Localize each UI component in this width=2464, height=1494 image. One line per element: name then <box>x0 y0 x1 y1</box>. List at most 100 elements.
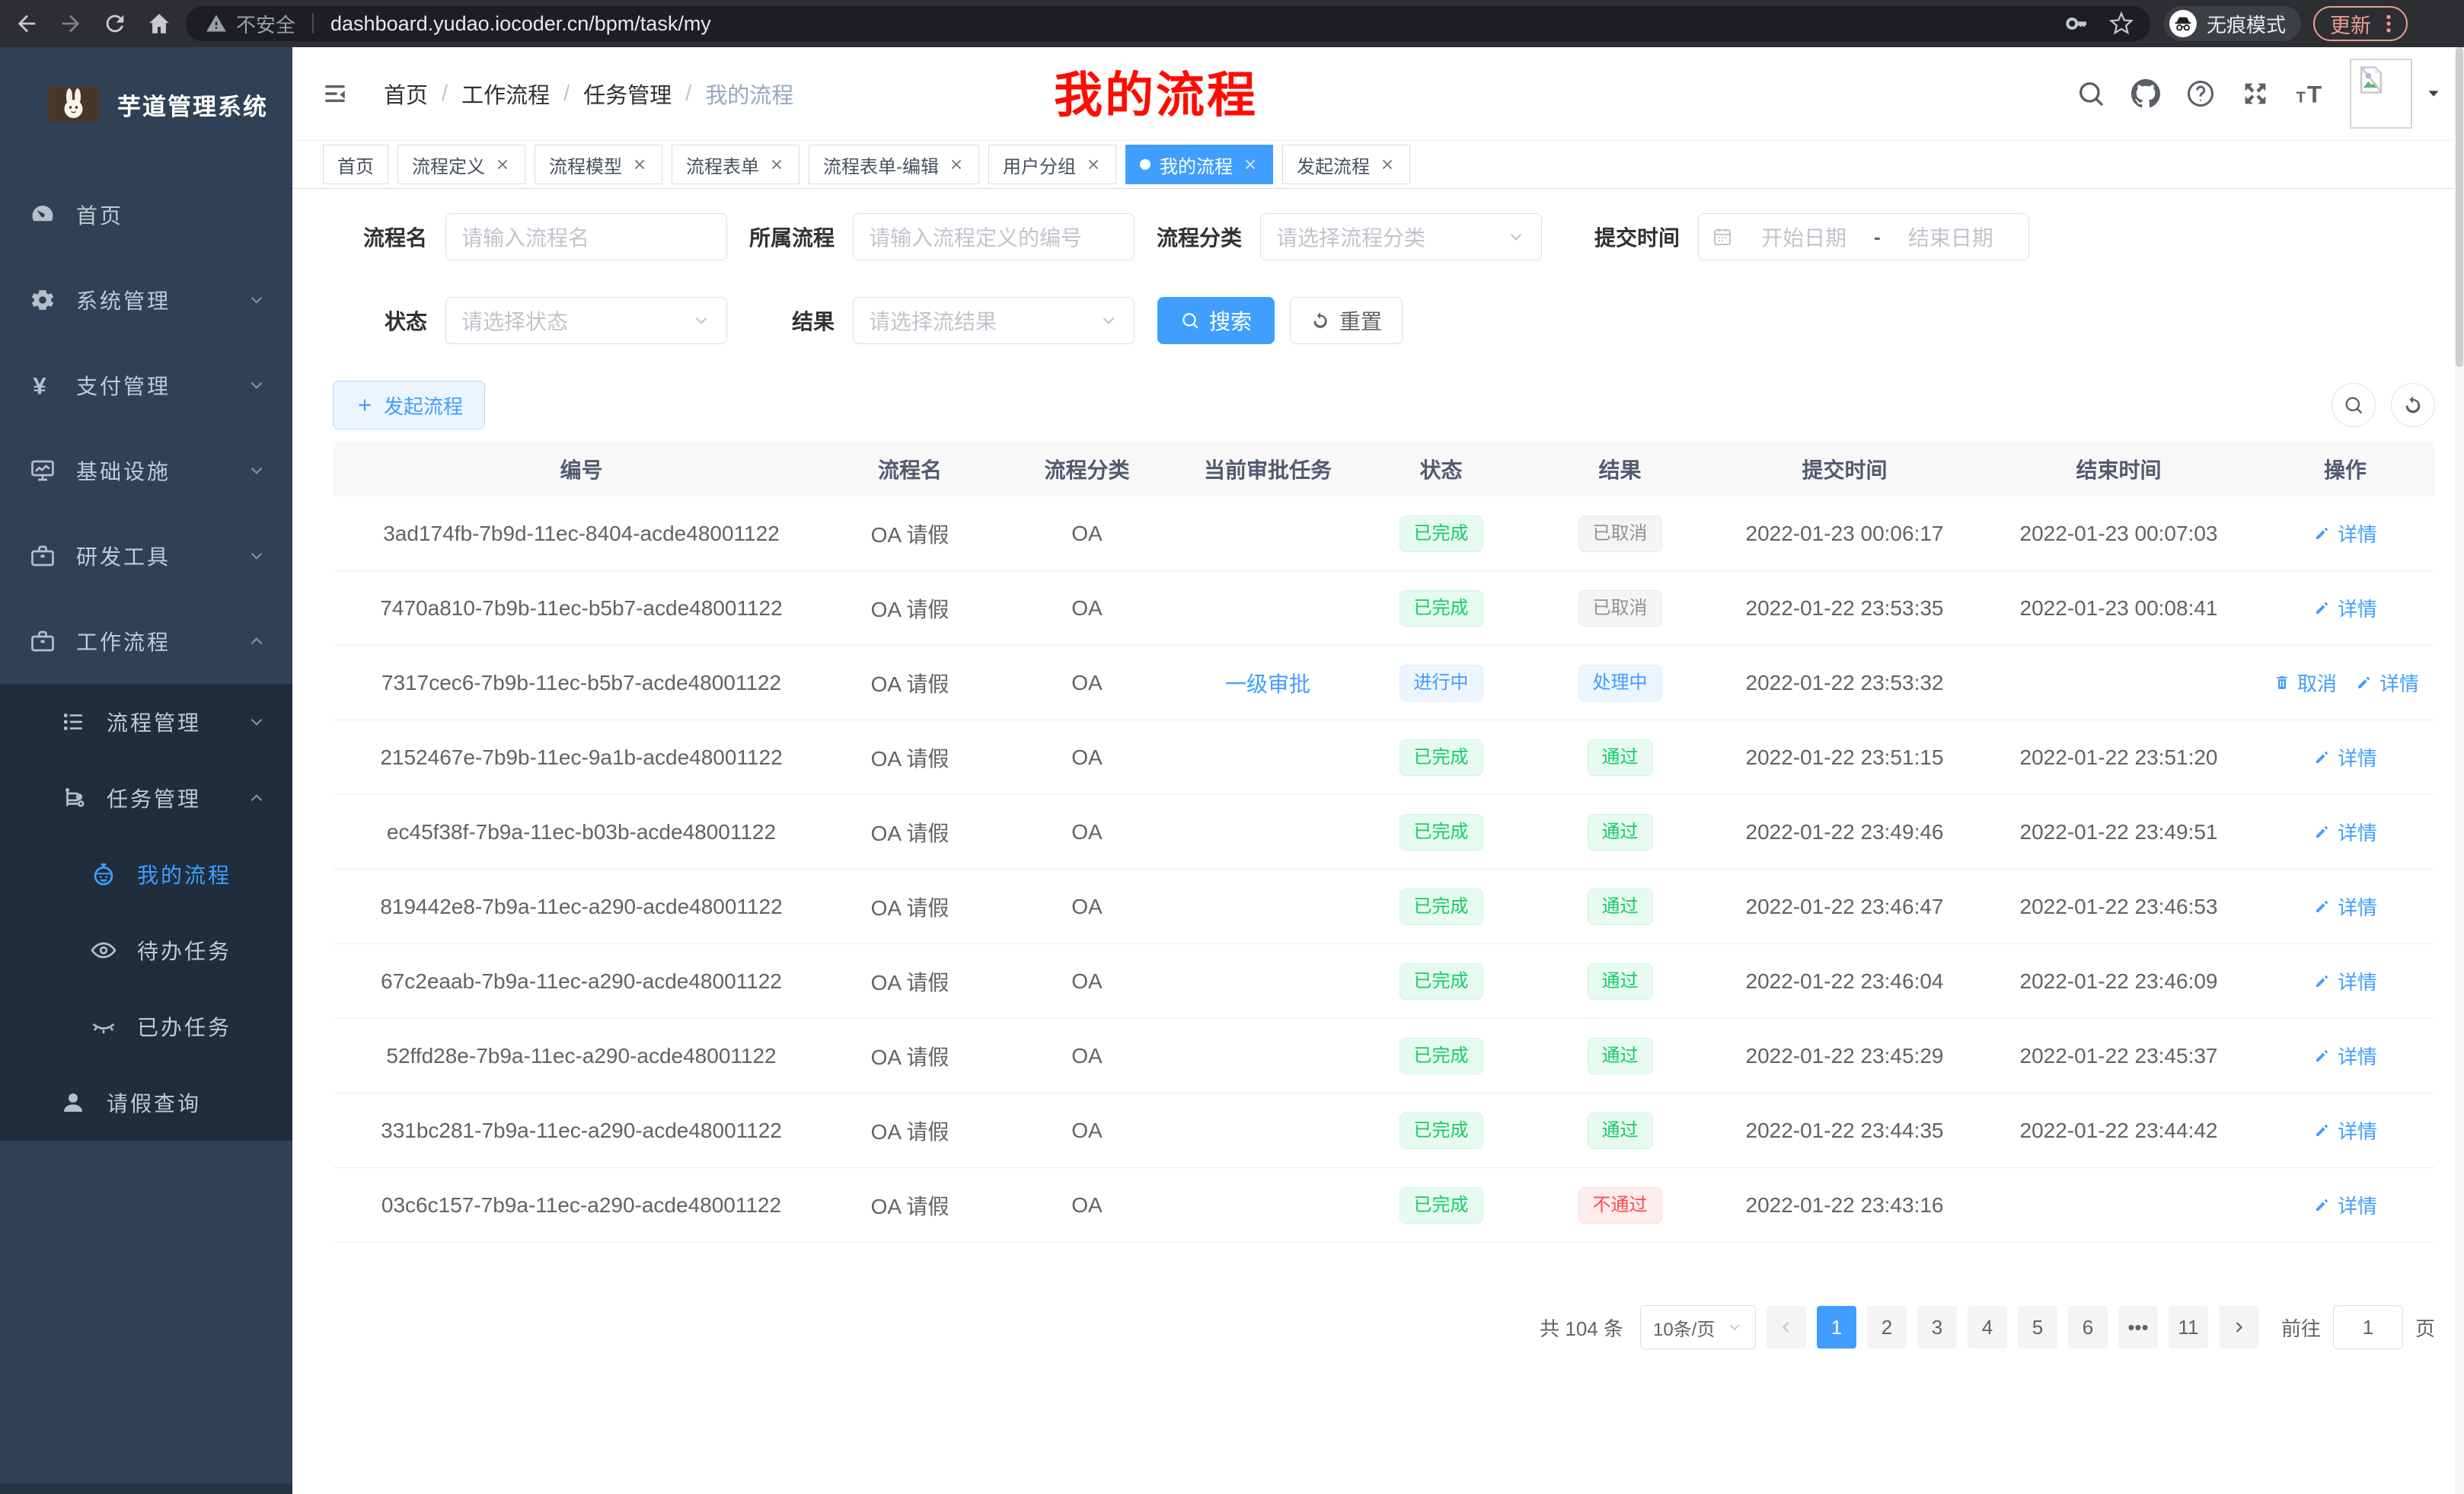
tab-close-icon[interactable] <box>1379 156 1396 173</box>
detail-action-link[interactable]: 详情 <box>2313 519 2377 547</box>
process-name: OA 请假 <box>871 822 950 845</box>
detail-action-link[interactable]: 详情 <box>2313 1042 2377 1070</box>
tab-close-icon[interactable] <box>948 156 965 173</box>
page-button[interactable]: 11 <box>2169 1306 2208 1349</box>
filter-input[interactable]: 请输入流程定义的编号 <box>853 213 1135 260</box>
tab-5[interactable]: 用户分组 <box>988 145 1116 184</box>
create-process-button[interactable]: 发起流程 <box>333 381 485 429</box>
table-cell: 通过 <box>1530 739 1709 776</box>
filter-select[interactable]: 请选择状态 <box>445 297 727 344</box>
avatar[interactable] <box>2350 59 2412 129</box>
sidebar-item-2[interactable]: ¥支付管理 <box>0 343 292 428</box>
detail-action-link[interactable]: 详情 <box>2313 967 2377 995</box>
page-button[interactable]: 5 <box>2018 1306 2057 1349</box>
status-badge: 已完成 <box>1400 516 1483 552</box>
search-icon[interactable] <box>2076 78 2106 109</box>
detail-action-link[interactable]: 详情 <box>2313 1191 2377 1219</box>
sidebar-item-4[interactable]: 研发工具 <box>0 513 292 599</box>
sidebar-item-0[interactable]: 首页 <box>0 172 292 257</box>
fullscreen-icon[interactable] <box>2240 78 2271 109</box>
filter-select[interactable]: 请选择流程分类 <box>1260 213 1542 260</box>
tab-2[interactable]: 流程模型 <box>535 145 662 184</box>
edit-icon <box>2355 673 2373 691</box>
goto-page-input[interactable]: 1 <box>2333 1305 2403 1349</box>
table-cell: 已完成 <box>1352 1113 1530 1149</box>
table-cell: ec45f38f-7b9a-11ec-b03b-acde48001122 <box>333 820 830 844</box>
detail-action-link[interactable]: 详情 <box>2313 892 2377 921</box>
date-range-picker[interactable]: 开始日期-结束日期 <box>1698 213 2029 260</box>
hamburger-icon[interactable] <box>320 81 350 107</box>
page-size-select[interactable]: 10条/页 <box>1640 1305 1756 1349</box>
home-icon[interactable] <box>146 11 172 37</box>
user-menu-caret-icon[interactable] <box>2423 85 2444 102</box>
sidebar-item-10[interactable]: 已办任务 <box>0 988 292 1065</box>
breadcrumb-item-1[interactable]: 工作流程 <box>461 78 550 110</box>
scrollbar-thumb[interactable] <box>2456 47 2463 367</box>
page-button-active[interactable]: 1 <box>1817 1306 1856 1349</box>
sidebar-item-11[interactable]: 请假查询 <box>0 1065 292 1141</box>
reset-button[interactable]: 重置 <box>1290 297 1403 344</box>
tab-3[interactable]: 流程表单 <box>672 145 800 184</box>
tab-close-icon[interactable] <box>768 156 785 173</box>
help-icon[interactable] <box>2185 78 2216 109</box>
forward-icon[interactable] <box>58 11 84 37</box>
column-header-2: 流程分类 <box>990 454 1184 484</box>
current-task-link[interactable]: 一级审批 <box>1225 672 1310 696</box>
page-button[interactable]: 3 <box>1917 1306 1957 1349</box>
detail-action-link[interactable]: 详情 <box>2313 594 2377 622</box>
sidebar-item-6[interactable]: 流程管理 <box>0 684 292 760</box>
tab-close-icon[interactable] <box>1242 156 1259 173</box>
process-id: 819442e8-7b9a-11ec-a290-acde48001122 <box>380 895 782 918</box>
page-button[interactable]: 4 <box>1968 1306 2007 1349</box>
filter-input[interactable]: 请输入流程名 <box>445 213 727 260</box>
app-logo[interactable]: 芋道管理系统 <box>0 47 292 161</box>
search-button[interactable]: 搜索 <box>1157 297 1275 344</box>
tab-6[interactable]: 我的流程 <box>1125 145 1273 184</box>
cancel-action-link[interactable]: 取消 <box>2273 669 2337 697</box>
tab-close-icon[interactable] <box>494 156 511 173</box>
bookmark-star-icon[interactable] <box>2109 11 2134 36</box>
page-button[interactable]: 2 <box>1867 1306 1907 1349</box>
browser-update-button[interactable]: 更新 <box>2313 6 2408 41</box>
reload-icon[interactable] <box>102 11 128 37</box>
sidebar-item-7[interactable]: 任务管理 <box>0 760 292 836</box>
page-button[interactable]: 6 <box>2068 1306 2108 1349</box>
refresh-table-button[interactable] <box>2391 383 2435 427</box>
page-ellipsis[interactable]: ••• <box>2118 1306 2158 1349</box>
detail-action-link[interactable]: 详情 <box>2313 743 2377 771</box>
placeholder-text: 请选择状态 <box>461 305 691 336</box>
breadcrumb-item-2[interactable]: 任务管理 <box>583 78 672 110</box>
sidebar-item-3[interactable]: 基础设施 <box>0 428 292 513</box>
window-scrollbar[interactable] <box>2455 47 2464 1494</box>
url-bar[interactable]: 不安全 dashboard.yudao.iocoder.cn/bpm/task/… <box>186 6 2150 41</box>
detail-action-link[interactable]: 详情 <box>2355 669 2419 697</box>
placeholder-text: 请输入流程名 <box>461 222 711 252</box>
font-size-icon[interactable]: TT <box>2295 78 2325 109</box>
next-page-button[interactable] <box>2219 1306 2258 1349</box>
sidebar-item-5[interactable]: 工作流程 <box>0 599 292 684</box>
tab-close-icon[interactable] <box>1085 156 1102 173</box>
back-icon[interactable] <box>14 11 40 37</box>
process-name: OA 请假 <box>871 1195 950 1218</box>
table-cell: 详情 <box>2258 1191 2433 1220</box>
password-key-icon[interactable] <box>2065 11 2089 36</box>
tab-7[interactable]: 发起流程 <box>1282 145 1410 184</box>
action-label: 详情 <box>2338 743 2377 771</box>
prev-page-button[interactable] <box>1767 1306 1806 1349</box>
status-badge: 已完成 <box>1400 1113 1483 1149</box>
detail-action-link[interactable]: 详情 <box>2313 1116 2377 1144</box>
toggle-search-button[interactable] <box>2332 383 2376 427</box>
detail-action-link[interactable]: 详情 <box>2313 818 2377 846</box>
sidebar-item-1[interactable]: 系统管理 <box>0 257 292 343</box>
tab-0[interactable]: 首页 <box>323 145 388 184</box>
sidebar-item-8[interactable]: 我的流程 <box>0 836 292 912</box>
breadcrumb-item-0[interactable]: 首页 <box>384 78 428 110</box>
browser-menu-icon[interactable] <box>2377 12 2400 35</box>
tab-4[interactable]: 流程表单-编辑 <box>809 145 979 184</box>
github-icon[interactable] <box>2130 78 2161 109</box>
sidebar-item-9[interactable]: 待办任务 <box>0 912 292 988</box>
chevron-down-icon <box>247 375 267 395</box>
tab-close-icon[interactable] <box>631 156 648 173</box>
filter-select[interactable]: 请选择流结果 <box>853 297 1135 344</box>
tab-1[interactable]: 流程定义 <box>397 145 525 184</box>
